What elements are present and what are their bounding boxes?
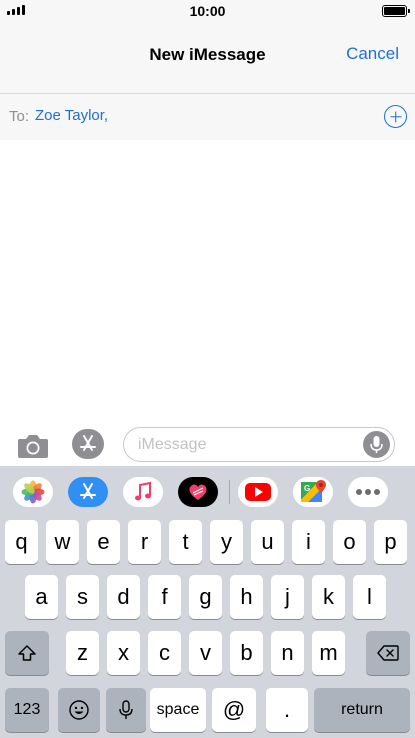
period-key[interactable]: . xyxy=(266,688,308,732)
navigation-bar: New iMessage Cancel xyxy=(0,22,415,94)
key-o[interactable]: o xyxy=(333,520,366,564)
at-key[interactable]: @ xyxy=(212,688,256,732)
key-r[interactable]: r xyxy=(128,520,161,564)
key-q[interactable]: q xyxy=(5,520,38,564)
microphone-icon[interactable] xyxy=(363,431,390,458)
digital-touch-icon[interactable] xyxy=(178,477,218,507)
compose-bar xyxy=(0,424,415,466)
google-maps-app-icon[interactable]: G xyxy=(293,477,333,507)
status-time: 10:00 xyxy=(189,3,226,19)
to-label: To: xyxy=(9,108,30,125)
status-bar: 10:00 xyxy=(0,0,415,22)
emoji-key[interactable] xyxy=(58,688,100,732)
key-n[interactable]: n xyxy=(271,631,304,675)
key-z[interactable]: z xyxy=(66,631,99,675)
numbers-key[interactable]: 123 xyxy=(5,688,49,732)
dictation-key[interactable] xyxy=(106,688,146,732)
app-store-icon[interactable] xyxy=(70,428,106,460)
delete-key[interactable] xyxy=(366,631,410,675)
return-key[interactable]: return xyxy=(314,688,410,732)
music-app-icon[interactable] xyxy=(123,477,163,507)
add-contact-icon[interactable] xyxy=(384,105,407,128)
key-s[interactable]: s xyxy=(66,575,99,619)
recipient-field[interactable]: To: Zoe Taylor, xyxy=(0,94,415,140)
key-h[interactable]: h xyxy=(230,575,263,619)
key-c[interactable]: c xyxy=(148,631,181,675)
shift-icon xyxy=(18,645,36,661)
youtube-app-icon[interactable] xyxy=(238,477,278,507)
message-thread xyxy=(0,140,415,424)
battery-icon xyxy=(382,5,410,17)
key-t[interactable]: t xyxy=(169,520,202,564)
key-m[interactable]: m xyxy=(312,631,345,675)
key-k[interactable]: k xyxy=(312,575,345,619)
key-e[interactable]: e xyxy=(87,520,120,564)
key-b[interactable]: b xyxy=(230,631,263,675)
camera-icon[interactable] xyxy=(16,432,50,460)
imessage-app-strip: G xyxy=(0,466,415,518)
key-d[interactable]: d xyxy=(107,575,140,619)
backspace-icon xyxy=(377,645,399,661)
key-y[interactable]: y xyxy=(210,520,243,564)
key-j[interactable]: j xyxy=(271,575,304,619)
emoji-icon xyxy=(69,700,89,720)
key-f[interactable]: f xyxy=(148,575,181,619)
photos-app-icon[interactable] xyxy=(13,477,53,507)
message-input[interactable] xyxy=(138,428,358,461)
key-g[interactable]: g xyxy=(189,575,222,619)
svg-text:G: G xyxy=(304,484,310,493)
space-key[interactable]: space xyxy=(150,688,206,732)
key-a[interactable]: a xyxy=(25,575,58,619)
more-apps-icon[interactable] xyxy=(348,477,388,507)
key-v[interactable]: v xyxy=(189,631,222,675)
app-store-icon[interactable] xyxy=(68,477,108,507)
key-w[interactable]: w xyxy=(46,520,79,564)
key-u[interactable]: u xyxy=(251,520,284,564)
microphone-icon xyxy=(119,700,133,719)
app-strip-divider xyxy=(229,480,230,504)
key-x[interactable]: x xyxy=(107,631,140,675)
key-i[interactable]: i xyxy=(292,520,325,564)
cancel-button[interactable]: Cancel xyxy=(346,44,399,64)
key-p[interactable]: p xyxy=(374,520,407,564)
message-input-wrapper xyxy=(123,427,395,462)
shift-key[interactable] xyxy=(5,631,49,675)
keyboard: q w e r t y u i o p a s d f g h j k l z … xyxy=(0,518,415,738)
recipient-token[interactable]: Zoe Taylor, xyxy=(35,107,108,124)
key-l[interactable]: l xyxy=(353,575,386,619)
